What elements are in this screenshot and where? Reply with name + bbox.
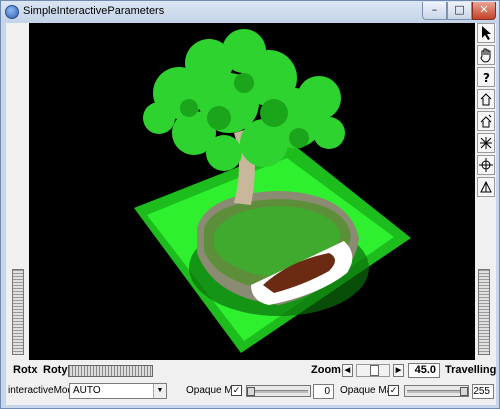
- view-all-icon[interactable]: [477, 133, 495, 153]
- roty-label: Roty: [43, 364, 68, 376]
- zoom-value-field[interactable]: 45.0: [408, 363, 440, 378]
- client-area: ? Rotx Roty Zoom ◀ ▶ 45.0 Travelling int…: [6, 23, 496, 405]
- opaque-min-slider[interactable]: [246, 385, 311, 397]
- parameters-bar: interactiveMode AUTO ▼ Opaque Min ✓ 0 Op…: [6, 381, 496, 403]
- select-arrow-icon[interactable]: [477, 23, 495, 43]
- zoom-label: Zoom: [311, 364, 341, 376]
- viewer-decoration-bar: Rotx Roty Zoom ◀ ▶ 45.0 Travelling: [6, 361, 496, 381]
- interactive-mode-label: interactiveMode: [8, 385, 79, 396]
- app-icon: [5, 5, 19, 19]
- zoom-slider-knob[interactable]: [370, 365, 379, 376]
- opaque-max-checkbox[interactable]: ✓: [388, 385, 399, 396]
- minimize-button[interactable]: –: [422, 2, 447, 20]
- hand-view-icon[interactable]: [477, 45, 495, 65]
- roty-thumbwheel[interactable]: [68, 365, 153, 377]
- opaque-min-checkbox[interactable]: ✓: [231, 385, 242, 396]
- viewer-toolbar: ?: [476, 23, 496, 199]
- rotx-thumbwheel[interactable]: [12, 269, 24, 355]
- chevron-down-icon[interactable]: ▼: [153, 384, 166, 398]
- help-icon[interactable]: ?: [477, 67, 495, 87]
- svg-text:?: ?: [483, 71, 490, 85]
- projection-icon[interactable]: [477, 177, 495, 197]
- 3d-viewport[interactable]: [29, 23, 475, 360]
- rotx-label: Rotx: [13, 364, 38, 376]
- home-icon[interactable]: [477, 89, 495, 109]
- close-button[interactable]: ✕: [472, 2, 496, 20]
- window-title: SimpleInteractiveParameters: [23, 5, 165, 17]
- seek-icon[interactable]: [477, 155, 495, 175]
- app-window: SimpleInteractiveParameters – □ ✕ ? Rotx…: [0, 0, 500, 409]
- maximize-button[interactable]: □: [447, 2, 472, 20]
- interactive-mode-select[interactable]: AUTO ▼: [69, 383, 167, 399]
- opaque-min-field[interactable]: 0: [313, 384, 334, 399]
- bonsai-render: [134, 29, 411, 353]
- zoom-left-button[interactable]: ◀: [342, 364, 353, 377]
- travelling-label: Travelling: [445, 364, 497, 376]
- set-home-icon[interactable]: [477, 111, 495, 131]
- zoom-slider[interactable]: [356, 364, 390, 377]
- opaque-max-slider[interactable]: [404, 385, 469, 397]
- interactive-mode-value: AUTO: [73, 385, 101, 396]
- title-bar[interactable]: SimpleInteractiveParameters – □ ✕: [1, 1, 499, 23]
- zoom-right-button[interactable]: ▶: [393, 364, 404, 377]
- opaque-min-slider-knob[interactable]: [247, 387, 255, 396]
- opaque-max-slider-knob[interactable]: [460, 387, 468, 396]
- opaque-max-field[interactable]: 255: [472, 384, 494, 399]
- travelling-thumbwheel[interactable]: [478, 269, 490, 355]
